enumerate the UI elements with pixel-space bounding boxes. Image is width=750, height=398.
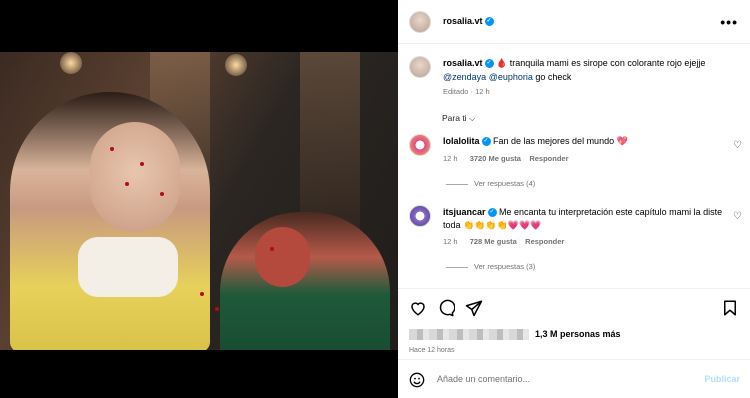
verified-icon: ✓ (484, 17, 494, 27)
mention-zendaya[interactable]: @zendaya (443, 72, 486, 82)
caption-avatar[interactable] (409, 56, 431, 78)
post-media[interactable] (0, 0, 398, 398)
comment-body: lolalolita ✓ Fan de las mejores del mundo… (443, 135, 728, 148)
post-photo (0, 52, 398, 350)
chevron-down-icon: ⌵ (468, 113, 476, 123)
caption-text: tranquila mami es sirope con colorante r… (507, 58, 706, 68)
add-comment-bar: Añade un comentario... Publicar (398, 359, 750, 398)
view-replies-button[interactable]: Ver respuestas (4) (446, 179, 535, 188)
more-options-icon[interactable]: ••• (720, 14, 738, 30)
blood-splatter (200, 292, 204, 296)
face-left (90, 122, 180, 232)
comment-time: 12 h (443, 237, 458, 246)
comment-username[interactable]: lolalolita (443, 136, 480, 146)
comment-avatar[interactable] (409, 205, 431, 227)
comment-time: 12 h (443, 154, 458, 163)
blood-splatter (160, 192, 164, 196)
comment-bubble-icon[interactable] (437, 299, 455, 317)
blood-splatter (125, 182, 129, 186)
post-header: rosalia.vt ✓ ••• (398, 0, 750, 44)
blood-drop-icon: 🩸 (496, 58, 508, 68)
likes-summary[interactable]: 1,3 M personas más (409, 329, 621, 341)
reply-button[interactable]: Responder (529, 154, 568, 163)
add-comment-input[interactable]: Añade un comentario... (437, 374, 530, 384)
save-bookmark-icon[interactable] (721, 299, 739, 317)
comment-body: itsjuancar ✓ Me encanta tu interpretación… (443, 206, 728, 232)
comment-avatar[interactable] (409, 134, 431, 156)
blood-splatter (215, 307, 219, 311)
blood-splatter (140, 162, 144, 166)
caption: rosalia.vt ✓ 🩸 tranquila mami es sirope c… (443, 56, 738, 99)
avatar[interactable] (409, 11, 431, 33)
comments-sort-dropdown[interactable]: Para ti ⌵ (442, 113, 475, 124)
background-light (225, 54, 247, 76)
blurred-likers (409, 329, 529, 341)
mention-euphoria[interactable]: @euphoria (489, 72, 533, 82)
view-replies-label[interactable]: Ver respuestas (4) (474, 179, 535, 188)
comment-item: itsjuancar ✓ Me encanta tu interpretación… (398, 203, 750, 279)
neck-brace (78, 237, 178, 297)
post-actions: 1,3 M personas más Hace 12 horas Añade u… (398, 288, 750, 398)
verified-icon: ✓ (487, 208, 497, 218)
like-heart-icon[interactable] (409, 299, 427, 317)
emoji-icon[interactable] (409, 372, 425, 388)
replies-divider (446, 183, 468, 185)
face-right (255, 227, 310, 287)
comment-text: Fan de las mejores del mundo 💖 (490, 136, 628, 146)
blood-splatter (110, 147, 114, 151)
comment-likes[interactable]: 3720 Me gusta (470, 154, 521, 163)
person-right (220, 212, 390, 350)
caption-edited: Editado · 12 h (443, 87, 490, 96)
caption-tail: go check (532, 72, 572, 82)
comment-username[interactable]: itsjuancar (443, 207, 486, 217)
background-light (60, 52, 82, 74)
verified-icon: ✓ (481, 137, 491, 147)
share-paper-plane-icon[interactable] (465, 299, 483, 317)
like-comment-heart-icon[interactable]: ♡ (733, 211, 742, 222)
view-replies-button[interactable]: Ver respuestas (3) (446, 262, 535, 271)
sort-label[interactable]: Para ti (442, 113, 467, 123)
header-username[interactable]: rosalia.vt ✓ (443, 16, 494, 27)
background-window (300, 52, 360, 232)
post-panel: rosalia.vt ✓ ••• rosalia.vt ✓ 🩸 tranquila … (398, 0, 750, 398)
reply-button[interactable]: Responder (525, 237, 564, 246)
replies-divider (446, 266, 468, 268)
caption-username[interactable]: rosalia.vt (443, 58, 483, 68)
comment-meta: 12 h 728 Me gusta Responder (443, 237, 564, 246)
post-time: Hace 12 horas (409, 347, 455, 354)
like-comment-heart-icon[interactable]: ♡ (733, 140, 742, 151)
view-replies-label[interactable]: Ver respuestas (3) (474, 262, 535, 271)
header-username-text[interactable]: rosalia.vt (443, 16, 483, 26)
publish-button[interactable]: Publicar (704, 374, 740, 384)
likes-count[interactable]: 1,3 M personas más (535, 329, 621, 339)
comment-item: lolalolita ✓ Fan de las mejores del mundo… (398, 132, 750, 192)
blood-splatter (270, 247, 274, 251)
comment-meta: 12 h 3720 Me gusta Responder (443, 154, 569, 163)
verified-icon: ✓ (484, 59, 494, 69)
comment-likes[interactable]: 728 Me gusta (470, 237, 517, 246)
